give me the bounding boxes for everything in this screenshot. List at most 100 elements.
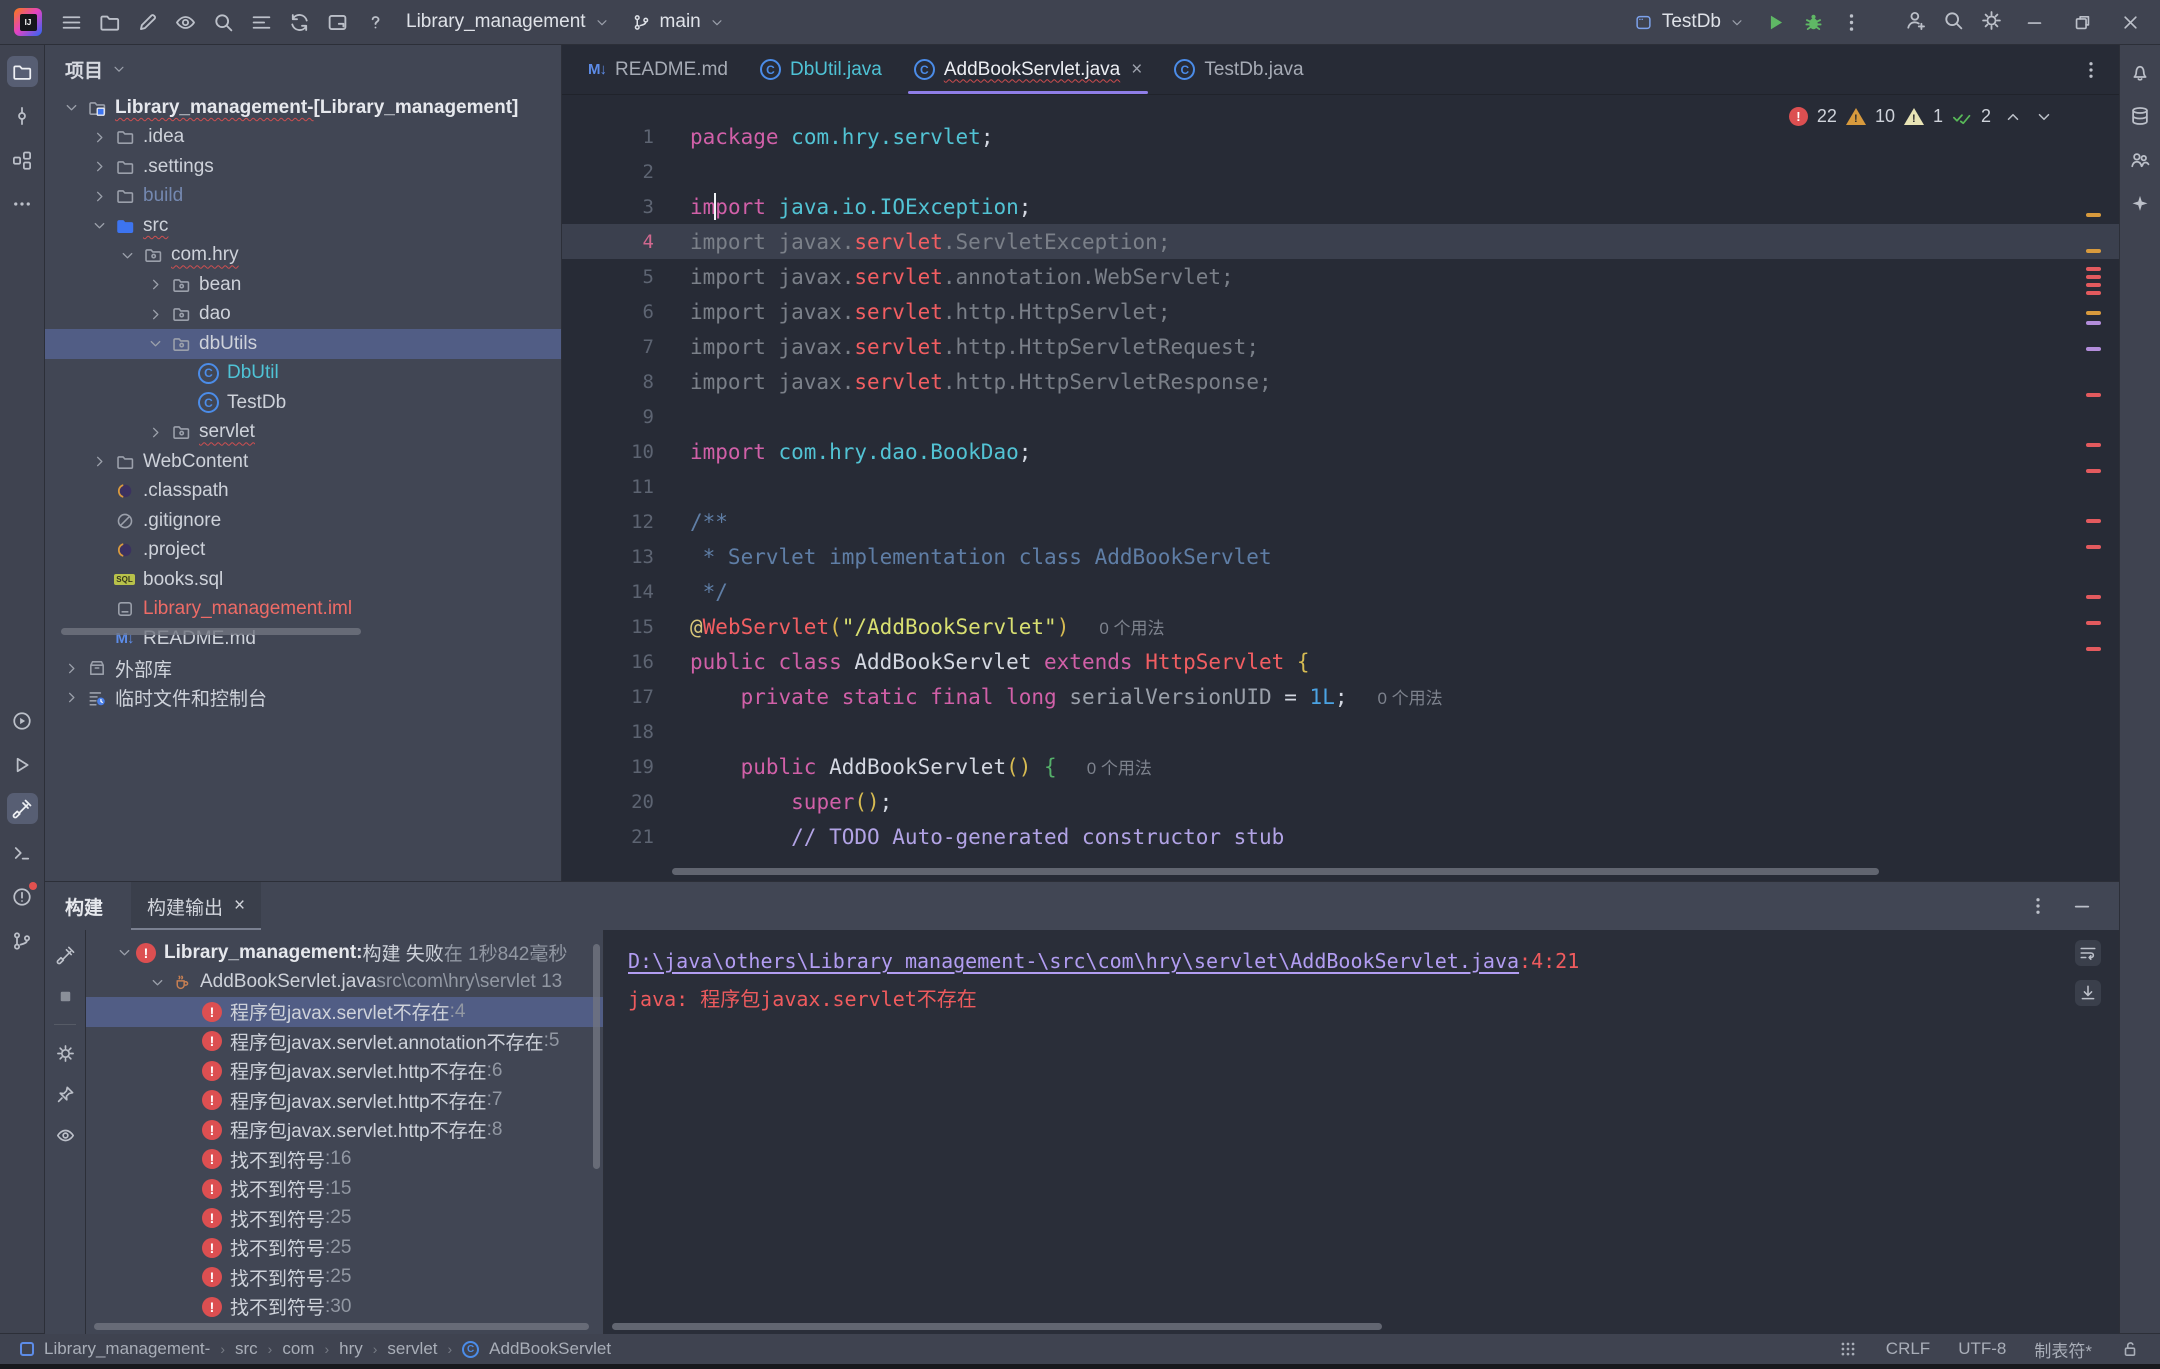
build-message-row[interactable]: !程序包javax.servlet.http不存在 :8 xyxy=(86,1115,603,1145)
breadcrumb-item[interactable]: src xyxy=(235,1339,258,1359)
stripe-mark[interactable] xyxy=(2086,621,2101,625)
line-number[interactable]: 4 xyxy=(562,231,690,253)
line-number[interactable]: 6 xyxy=(562,301,690,323)
build-message-row[interactable]: !程序包javax.servlet.http不存在 :6 xyxy=(86,1056,603,1086)
chevron-right-icon[interactable] xyxy=(87,187,111,205)
stripe-mark[interactable] xyxy=(2086,347,2101,351)
tree-item-com.hry[interactable]: com.hry xyxy=(45,241,561,271)
build-hammer-icon[interactable] xyxy=(7,793,38,824)
folder-icon[interactable] xyxy=(92,5,126,39)
build-message-row[interactable]: !找不到符号 :16 xyxy=(86,1145,603,1175)
hammer-icon[interactable] xyxy=(52,942,78,968)
settings-icon[interactable] xyxy=(52,1040,78,1066)
edit-icon[interactable] xyxy=(130,5,164,39)
tree-item-.settings[interactable]: .settings xyxy=(45,152,561,182)
chevron-right-icon[interactable] xyxy=(143,305,167,323)
tree-item-dao[interactable]: dao xyxy=(45,300,561,330)
line-number[interactable]: 7 xyxy=(562,336,690,358)
tree-item-DbUtil[interactable]: CDbUtil xyxy=(45,359,561,389)
build-message-row[interactable]: !找不到符号 :30 xyxy=(86,1292,603,1322)
ai-sparkle-icon[interactable] xyxy=(2125,188,2156,219)
chevron-down-icon[interactable] xyxy=(59,99,83,117)
build-message-row[interactable]: !程序包javax.servlet不存在 :4 xyxy=(86,997,603,1027)
chevron-down-icon[interactable] xyxy=(145,973,169,991)
tree-item-Library_management.iml[interactable]: Library_management.iml xyxy=(45,595,561,625)
editor-horizontal-scrollbar[interactable] xyxy=(672,868,1879,875)
run-circle-icon[interactable] xyxy=(7,705,38,736)
menu-icon[interactable] xyxy=(54,5,88,39)
stripe-mark[interactable] xyxy=(2086,283,2101,287)
close-icon[interactable] xyxy=(2108,3,2152,41)
stripe-mark[interactable] xyxy=(2086,443,2101,447)
line-number[interactable]: 3 xyxy=(562,196,690,218)
user-plus-icon[interactable] xyxy=(1898,3,1932,37)
kebab-icon[interactable] xyxy=(2073,52,2109,88)
terminal-icon[interactable] xyxy=(7,837,38,868)
help-icon[interactable] xyxy=(358,5,392,39)
chevron-right-icon[interactable] xyxy=(87,453,111,471)
tab-build-output[interactable]: 构建输出 × xyxy=(131,882,261,930)
line-number[interactable]: 15 xyxy=(562,616,690,638)
close-icon[interactable]: × xyxy=(1131,59,1142,81)
line-number[interactable]: 19 xyxy=(562,756,690,778)
build-message-row[interactable]: !找不到符号 :25 xyxy=(86,1204,603,1234)
line-number[interactable]: 21 xyxy=(562,826,690,848)
align-icon[interactable] xyxy=(244,5,278,39)
window-icon[interactable] xyxy=(320,5,354,39)
chevron-right-icon[interactable] xyxy=(59,689,83,707)
maximize-icon[interactable] xyxy=(2060,3,2104,41)
tab-TestDb.java[interactable]: CTestDb.java xyxy=(1158,45,1319,94)
console-horizontal-scrollbar[interactable] xyxy=(612,1323,1382,1330)
tree-item-build[interactable]: build xyxy=(45,182,561,212)
chevron-right-icon[interactable] xyxy=(87,128,111,146)
notifications-icon[interactable] xyxy=(2125,56,2156,87)
tab-README.md[interactable]: M↓README.md xyxy=(572,45,744,94)
stripe-mark[interactable] xyxy=(2086,311,2101,315)
breadcrumb-item[interactable]: com xyxy=(282,1339,314,1359)
tree-item-.classpath[interactable]: .classpath xyxy=(45,477,561,507)
line-number[interactable]: 8 xyxy=(562,371,690,393)
stripe-mark[interactable] xyxy=(2086,393,2101,397)
stripe-mark[interactable] xyxy=(2086,275,2101,279)
tree-item-WebContent[interactable]: WebContent xyxy=(45,447,561,477)
structure-icon[interactable] xyxy=(7,144,38,175)
bug-icon[interactable] xyxy=(1796,5,1830,39)
build-message-row[interactable]: !找不到符号 :25 xyxy=(86,1263,603,1293)
breadcrumb-item[interactable]: AddBookServlet xyxy=(489,1339,611,1359)
tree-item-外部库[interactable]: 外部库 xyxy=(45,654,561,684)
line-number[interactable]: 13 xyxy=(562,546,690,568)
line-number[interactable]: 2 xyxy=(562,161,690,183)
usage-hint[interactable]: 0 个用法 xyxy=(1378,684,1443,709)
stripe-mark[interactable] xyxy=(2086,249,2101,253)
close-icon[interactable]: × xyxy=(234,895,245,917)
lock-open-icon[interactable] xyxy=(2120,1339,2140,1359)
line-number[interactable]: 18 xyxy=(562,721,690,743)
problems-icon[interactable] xyxy=(7,881,38,912)
next-problem-icon[interactable] xyxy=(2035,108,2053,126)
status-widget-CRLF[interactable]: CRLF xyxy=(1886,1339,1930,1359)
line-number[interactable]: 20 xyxy=(562,791,690,813)
project-horizontal-scrollbar[interactable] xyxy=(61,628,361,635)
breadcrumb-item[interactable]: servlet xyxy=(387,1339,437,1359)
sync-icon[interactable] xyxy=(282,5,316,39)
chevron-right-icon[interactable] xyxy=(143,276,167,294)
tree-item-servlet[interactable]: servlet xyxy=(45,418,561,448)
line-number[interactable]: 10 xyxy=(562,441,690,463)
tab-DbUtil.java[interactable]: CDbUtil.java xyxy=(744,45,898,94)
run-configuration-selector[interactable]: TestDb xyxy=(1625,5,1754,39)
tab-AddBookServlet.java[interactable]: CAddBookServlet.java× xyxy=(898,45,1159,94)
project-selector[interactable]: Library_management xyxy=(396,5,619,39)
tree-item-临时文件和控制台[interactable]: 临时文件和控制台 xyxy=(45,683,561,713)
build-tree-vertical-scrollbar[interactable] xyxy=(593,944,600,1169)
branch-selector[interactable]: main xyxy=(623,5,734,39)
tree-item-bean[interactable]: bean xyxy=(45,270,561,300)
tool-window-widget-icon[interactable] xyxy=(20,1342,34,1356)
build-message-row[interactable]: !程序包javax.servlet.http不存在 :7 xyxy=(86,1086,603,1116)
tree-item-Library_management-[interactable]: Library_management- [Library_management] xyxy=(45,93,561,123)
stripe-mark[interactable] xyxy=(2086,321,2101,325)
stop-icon[interactable] xyxy=(52,983,78,1009)
kebab-icon[interactable] xyxy=(2023,891,2053,921)
line-number[interactable]: 5 xyxy=(562,266,690,288)
minimize-icon[interactable] xyxy=(2067,891,2097,921)
project-folder-icon[interactable] xyxy=(7,56,38,87)
